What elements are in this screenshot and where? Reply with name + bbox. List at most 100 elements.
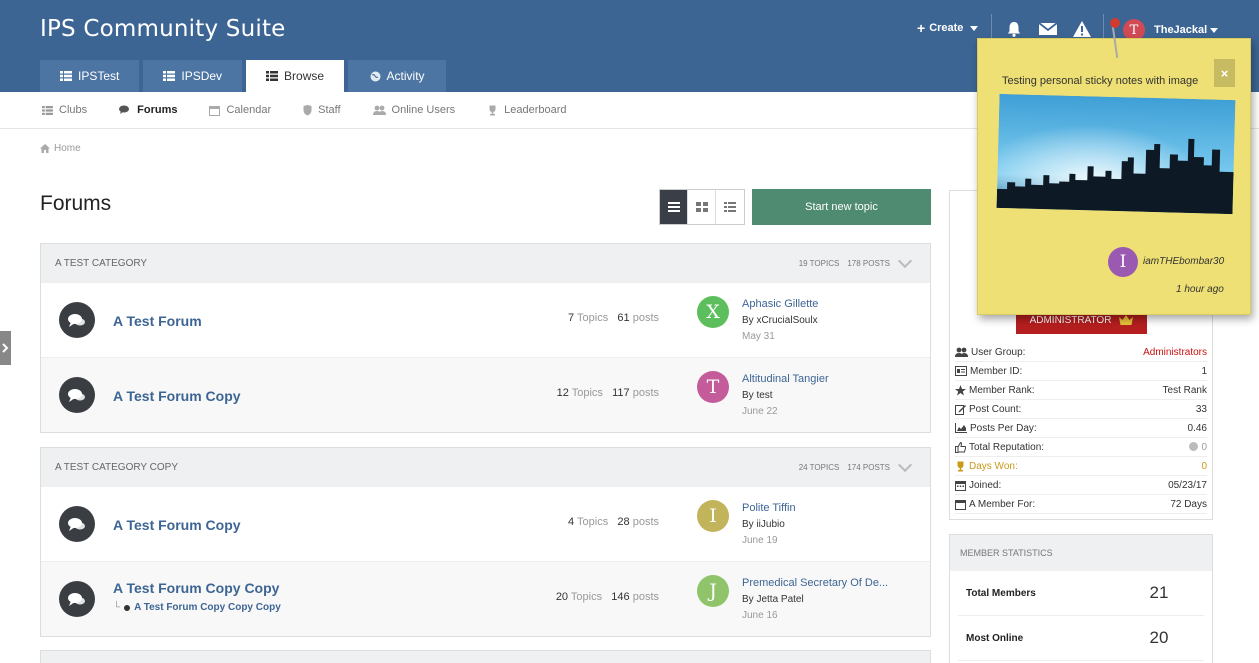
sticky-note-author[interactable]: iamTHEbombar30 [1143, 256, 1224, 267]
start-new-topic-button[interactable]: Start new topic [752, 189, 931, 225]
site-brand[interactable]: IPS Community Suite [40, 16, 286, 42]
tab-label: IPSTest [78, 69, 120, 83]
sticky-note-text: Testing personal sticky notes with image [1002, 75, 1199, 87]
member-statistics-title: Member Statistics [950, 535, 1212, 571]
sidebar-toggle[interactable] [0, 331, 11, 365]
chevron-right-icon [2, 343, 9, 353]
forum-title-link[interactable]: A Test Forum Copy [113, 517, 241, 533]
notifications-bell-icon[interactable] [1003, 18, 1025, 40]
last-post-title-link[interactable]: Polite Tiffin [742, 502, 796, 514]
area-chart-icon [955, 423, 967, 433]
profile-stats-list: User Group: Administrators Member ID: 1 … [955, 343, 1207, 514]
last-post-author[interactable]: By xCrucialSoulx [742, 315, 818, 326]
subforum-bullet-icon [124, 604, 131, 611]
last-poster-avatar[interactable]: I [697, 500, 729, 532]
category-header[interactable]: A Test Category 19 TOPICS 178 POSTS [41, 244, 930, 282]
category-posts: 174 POSTS [847, 462, 890, 472]
breadcrumb-home[interactable]: Home [54, 143, 81, 154]
forum-title-link[interactable]: A Test Forum Copy [113, 388, 241, 404]
forum-stats: 20 Topics 146 posts [511, 591, 659, 603]
stat-value: 72 Days [1170, 498, 1207, 510]
sticky-note-close-button[interactable]: × [1214, 59, 1235, 87]
stat-label: User Group: [971, 346, 1026, 358]
subnav-label: Staff [318, 104, 341, 116]
category-stats: 24 TOPICS 174 POSTS [799, 463, 890, 472]
grid-view-button[interactable] [688, 190, 716, 224]
fluid-view-button[interactable] [716, 190, 744, 224]
stat-label: A Member For: [969, 498, 1036, 510]
last-post-title-link[interactable]: Aphasic Gillette [742, 298, 818, 310]
category-title[interactable]: A Test Category [55, 258, 799, 269]
forum-title-link[interactable]: A Test Forum [113, 313, 202, 329]
main-nav-tabs: IPSTest IPSDev Browse Activity [40, 60, 447, 92]
last-poster-avatar[interactable]: T [697, 371, 729, 403]
stat-value: 0.46 [1187, 422, 1207, 434]
forum-row: A Test Forum 7 Topics 61 posts X Aphasic… [41, 282, 930, 357]
last-post-author[interactable]: By test [742, 390, 773, 401]
tab-ipsdev[interactable]: IPSDev [143, 60, 243, 92]
subnav-online-users[interactable]: Online Users [372, 104, 456, 116]
subforum-branch-icon: └ [113, 602, 121, 613]
messages-envelope-icon[interactable] [1037, 18, 1059, 40]
subnav-forums[interactable]: Forums [119, 104, 177, 116]
stat-value: 0 [1201, 441, 1207, 453]
collapse-chevron-icon[interactable] [897, 253, 913, 268]
last-post-author[interactable]: By iiJubio [742, 519, 785, 530]
forum-stats: 12 Topics 117 posts [511, 387, 659, 399]
stat-post-count: Post Count: 33 [955, 400, 1207, 419]
subnav-label: Online Users [391, 104, 456, 116]
forum-comments-icon [59, 377, 95, 413]
calendar-icon [955, 480, 966, 491]
plus-icon: + [917, 19, 926, 36]
tab-label: IPSDev [181, 69, 223, 83]
category-topics: 24 TOPICS [798, 462, 840, 472]
last-poster-avatar[interactable]: J [697, 575, 729, 607]
forum-comments-icon [59, 506, 95, 542]
tab-activity[interactable]: Activity [348, 60, 447, 92]
subnav-staff[interactable]: Staff [303, 104, 341, 116]
forum-stats: 7 Topics 61 posts [511, 312, 659, 324]
category-title[interactable]: A Test Category Copy [55, 462, 799, 473]
subforum-name: A Test Forum Copy Copy Copy [134, 602, 281, 613]
table-view-button[interactable] [660, 190, 688, 224]
subnav-leaderboard[interactable]: Leaderboard [487, 104, 567, 116]
detail-list-icon [724, 202, 736, 212]
stat-posts-per-day: Posts Per Day: 0.46 [955, 419, 1207, 438]
list-view-icon [667, 202, 680, 212]
stat-value: 0 [1201, 460, 1207, 472]
stat-joined: Joined: 05/23/17 [955, 476, 1207, 495]
stat-value: Test Rank [1162, 384, 1207, 396]
last-post-title-link[interactable]: Premedical Secretary Of De... [742, 577, 888, 589]
sticky-note-image[interactable] [996, 93, 1236, 215]
stat-value: 20 [1149, 628, 1169, 647]
last-post-date: June 16 [742, 610, 778, 621]
list-icon [163, 71, 176, 81]
posts-label: posts [632, 312, 659, 324]
grid-view-icon [695, 202, 708, 212]
stat-label: Posts Per Day: [970, 422, 1037, 434]
collapse-chevron-icon[interactable] [897, 457, 913, 472]
subnav-clubs[interactable]: Clubs [42, 104, 87, 116]
category-header[interactable]: A Test Category Copy 24 TOPICS 174 POSTS [41, 448, 930, 486]
tab-ipstest[interactable]: IPSTest [40, 60, 140, 92]
topics-label: Topics [570, 591, 603, 603]
posts-label: posts [632, 387, 659, 399]
subforum-link[interactable]: └ A Test Forum Copy Copy Copy [113, 602, 281, 613]
forum-title-link[interactable]: A Test Forum Copy Copy [113, 580, 279, 596]
tab-browse[interactable]: Browse [246, 60, 345, 92]
forum-category: A Test Category Copy 24 TOPICS 174 POSTS… [40, 447, 931, 637]
sticky-note-author-avatar[interactable]: I [1108, 247, 1138, 277]
trophy-icon [489, 105, 496, 115]
forum-comments-icon [59, 302, 95, 338]
sticky-note[interactable]: Testing personal sticky notes with image… [977, 38, 1251, 315]
posts-count: 61 [617, 312, 630, 324]
warning-icon[interactable] [1071, 18, 1093, 40]
user-menu[interactable]: TheJackal [1154, 24, 1219, 36]
create-button[interactable]: + Create [917, 19, 979, 36]
stat-total-members: Total Members 21 [958, 571, 1204, 616]
last-post-author[interactable]: By Jetta Patel [742, 594, 804, 605]
subnav-calendar[interactable]: Calendar [209, 104, 271, 116]
last-poster-avatar[interactable]: X [697, 296, 729, 328]
last-post-title-link[interactable]: Altitudinal Tangier [742, 373, 829, 385]
list-icon [60, 71, 72, 81]
